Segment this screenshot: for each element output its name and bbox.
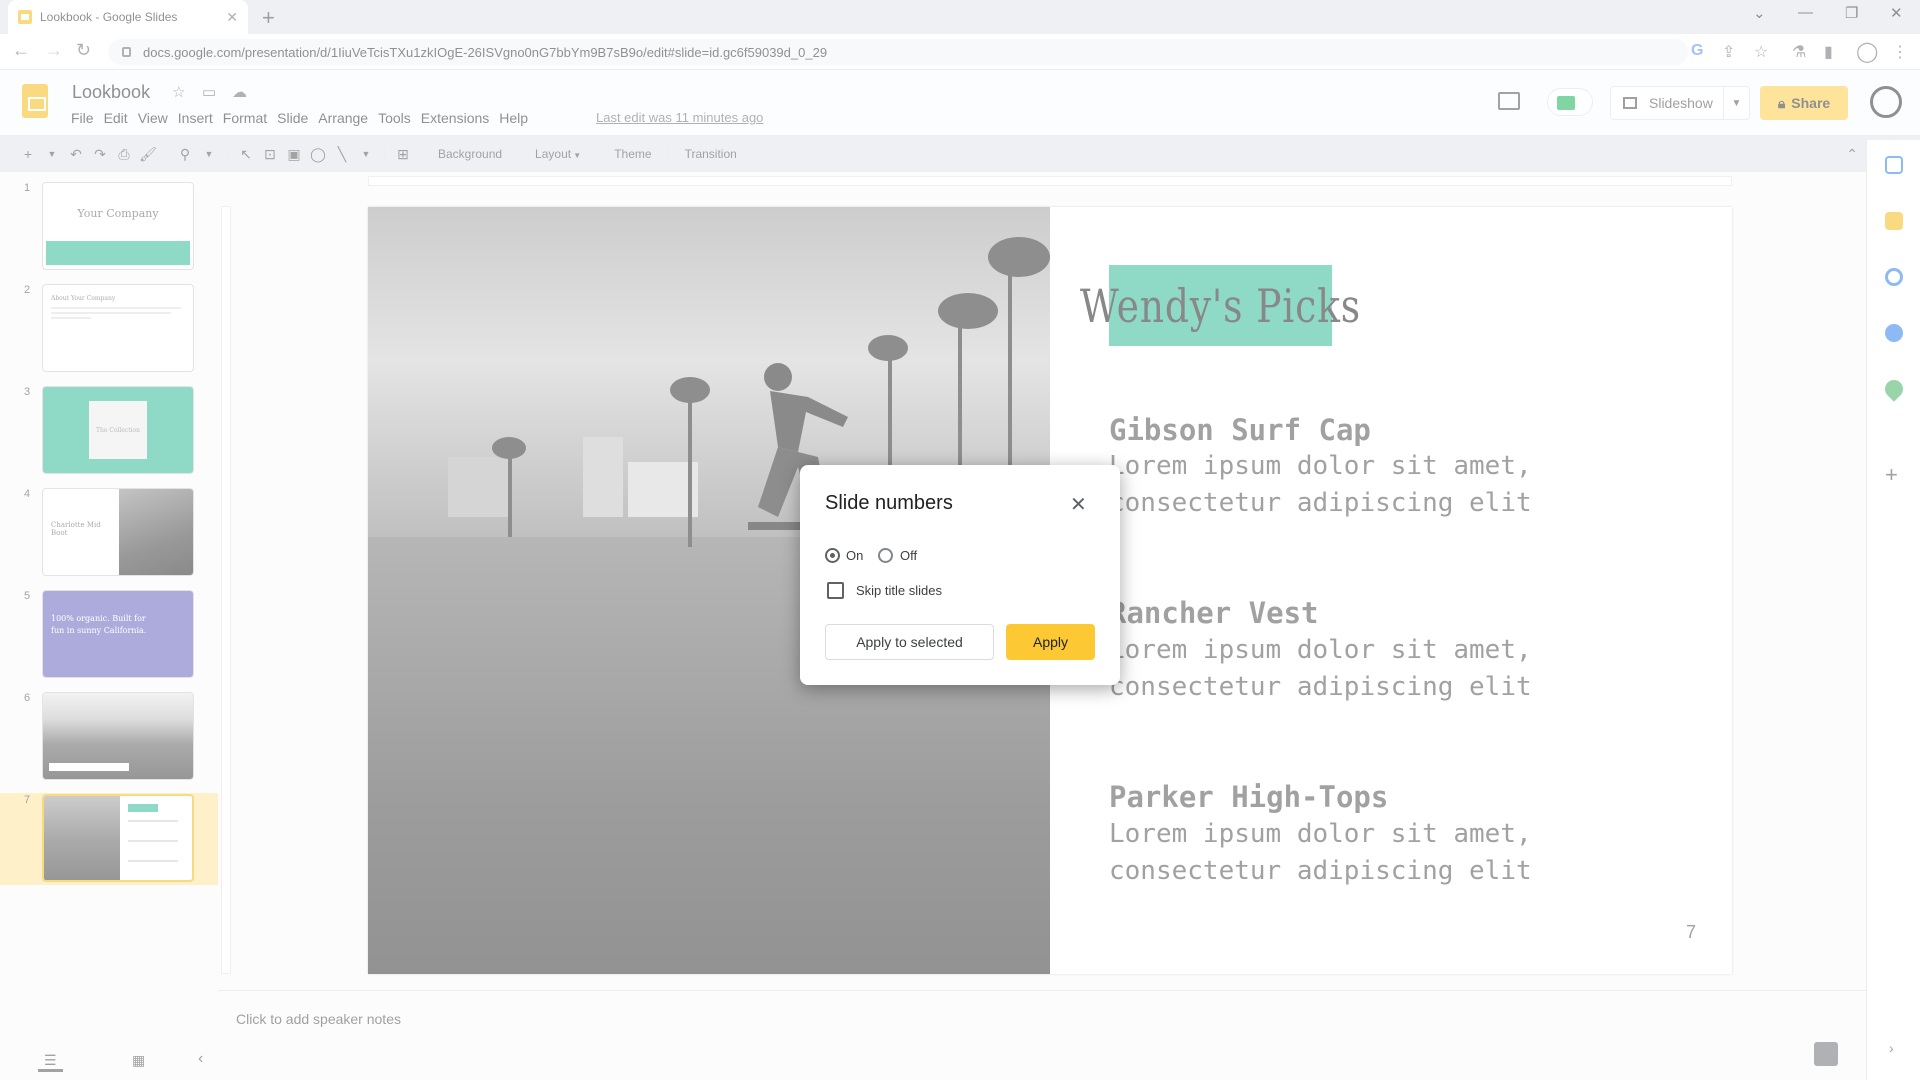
off-radio[interactable]	[878, 548, 893, 563]
on-radio[interactable]	[825, 548, 840, 563]
off-label[interactable]: Off	[900, 548, 917, 563]
on-label[interactable]: On	[846, 548, 863, 563]
skip-title-slides-label[interactable]: Skip title slides	[856, 583, 942, 598]
close-icon[interactable]: ✕	[1070, 492, 1087, 517]
dialog-title: Slide numbers	[825, 492, 953, 514]
skip-title-slides-checkbox[interactable]	[827, 582, 844, 599]
apply-to-selected-button[interactable]: Apply to selected	[825, 624, 994, 660]
apply-button[interactable]: Apply	[1006, 624, 1095, 660]
